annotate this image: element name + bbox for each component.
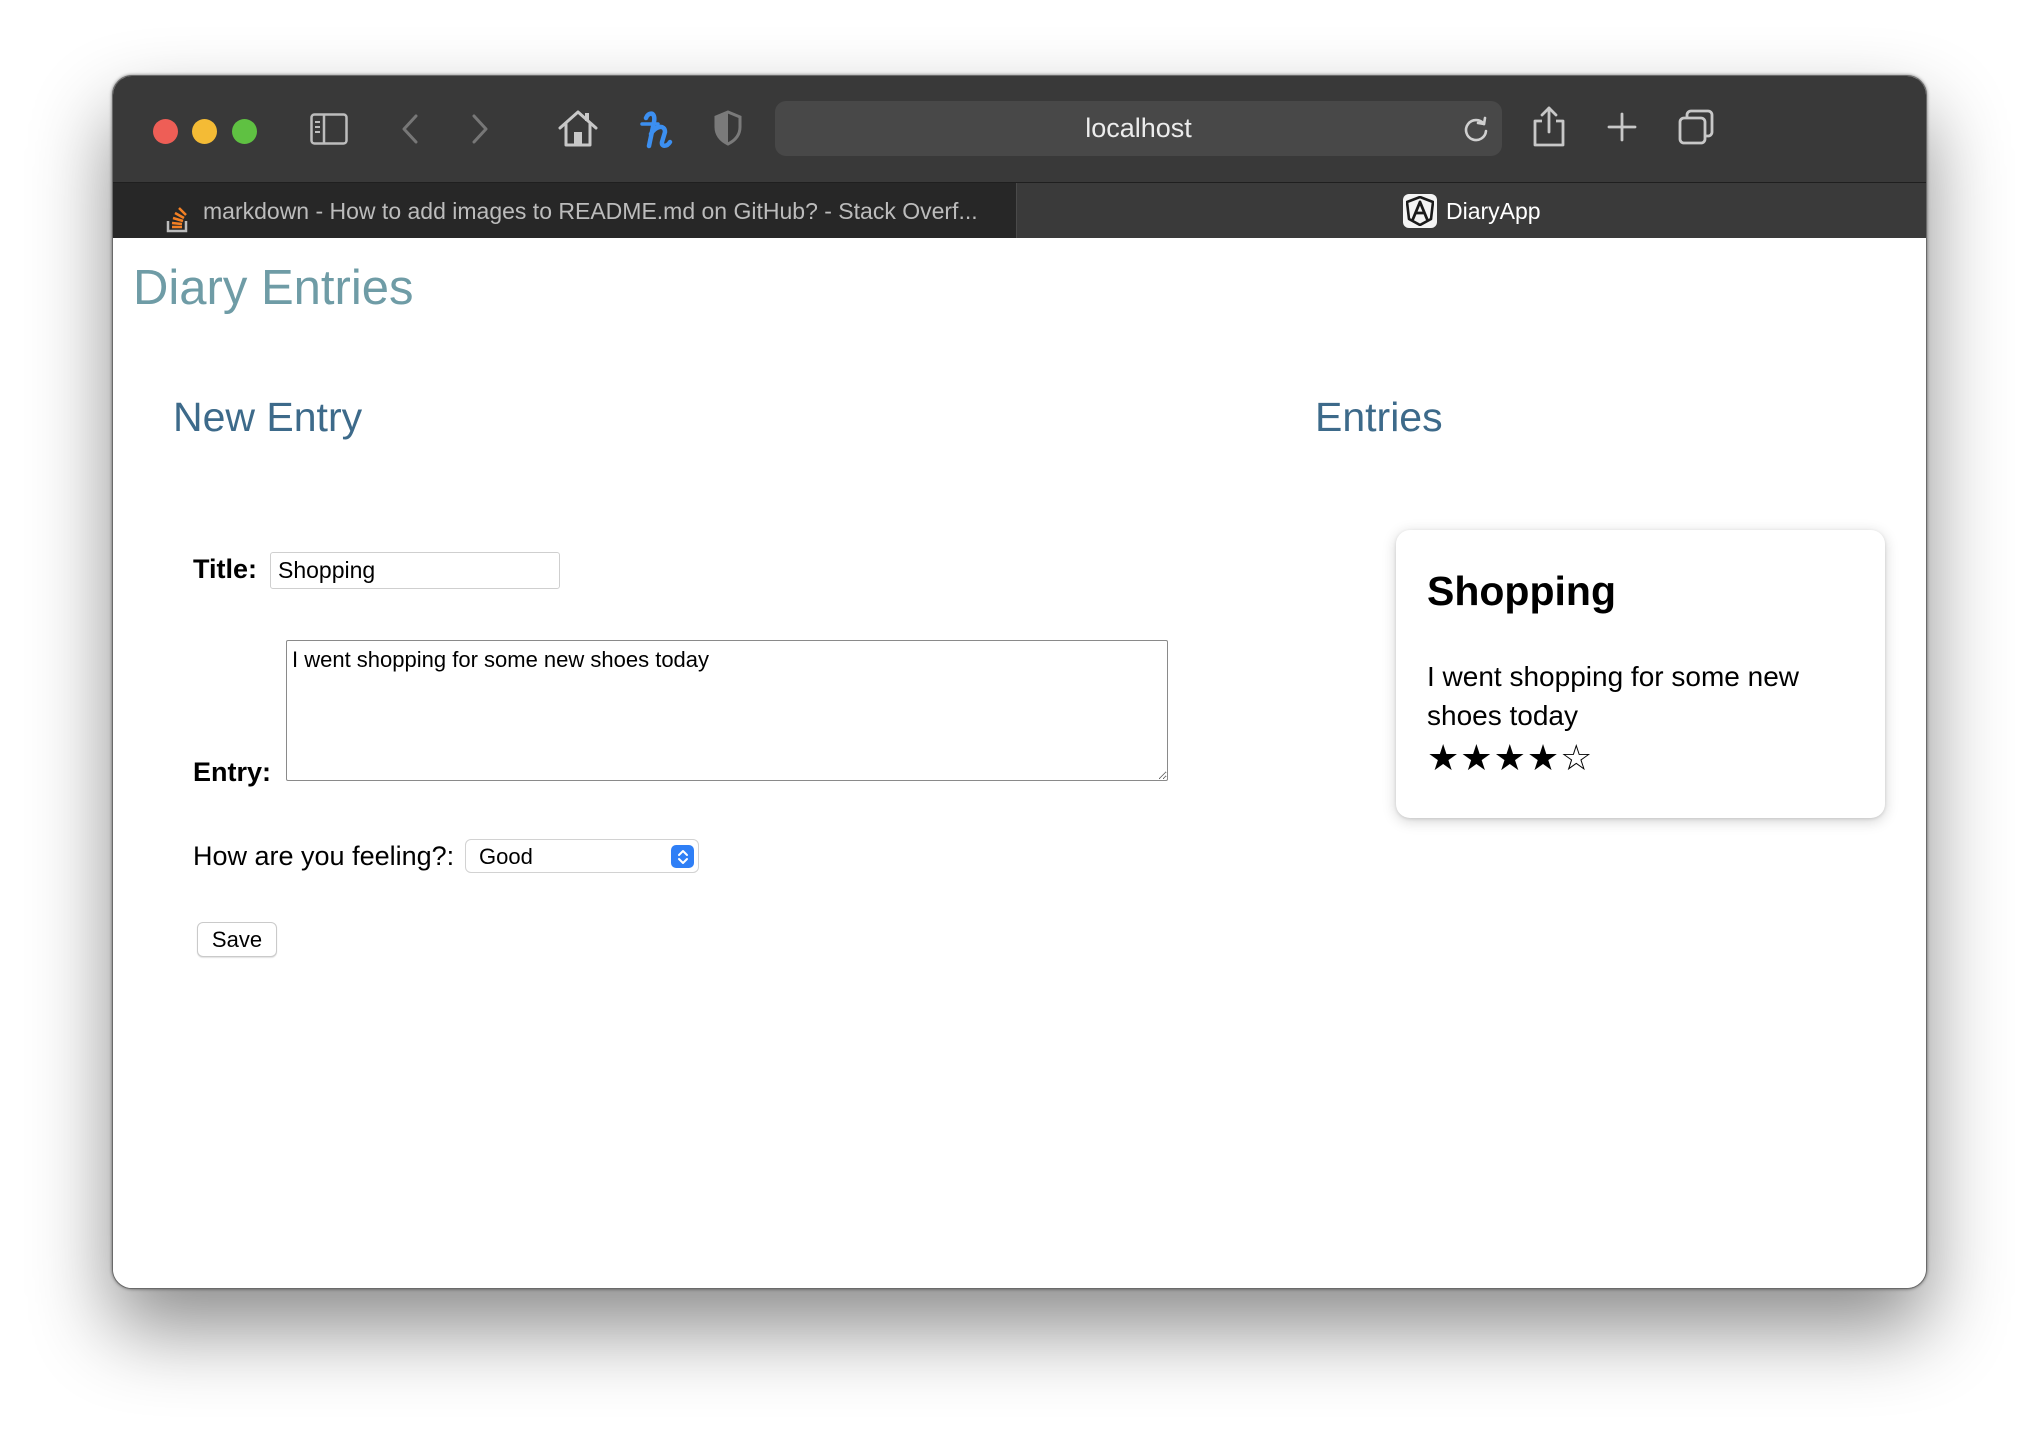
- tab-stackoverflow[interactable]: markdown - How to add images to README.m…: [113, 183, 1017, 239]
- star-filled-icon: ★: [1526, 737, 1561, 778]
- browser-toolbar: localhost: [113, 76, 1926, 182]
- tab-overview-icon[interactable]: [1675, 106, 1717, 148]
- star-filled-icon: ★: [1427, 737, 1461, 778]
- minimize-window-button[interactable]: [192, 119, 217, 144]
- chevron-up-down-icon: [671, 845, 694, 868]
- feeling-select[interactable]: Good: [465, 839, 699, 873]
- back-arrow-icon[interactable]: [395, 110, 425, 148]
- page-title: Diary Entries: [133, 261, 414, 315]
- star-rating: ★★★★☆: [1427, 738, 1593, 778]
- browser-window: localhost markdown - How to add images t…: [112, 75, 1927, 1289]
- new-entry-heading: New Entry: [173, 394, 363, 440]
- tab-diaryapp[interactable]: DiaryApp: [1017, 183, 1926, 239]
- tab-bar: markdown - How to add images to README.m…: [113, 182, 1926, 239]
- tab-label: markdown - How to add images to README.m…: [203, 198, 978, 224]
- star-empty-icon: ☆: [1560, 737, 1594, 778]
- address-bar[interactable]: localhost: [775, 101, 1502, 156]
- entry-card-text: I went shopping for some new shoes today: [1427, 661, 1799, 731]
- title-input[interactable]: [270, 552, 560, 589]
- privacy-shield-icon[interactable]: [711, 108, 745, 148]
- reload-icon[interactable]: [1462, 114, 1490, 149]
- save-button[interactable]: Save: [197, 922, 277, 957]
- entry-textarea[interactable]: I went shopping for some new shoes today: [286, 640, 1168, 781]
- share-icon[interactable]: [1529, 102, 1569, 150]
- tab-label: DiaryApp: [1446, 198, 1541, 224]
- feeling-select-value: Good: [479, 844, 533, 869]
- sidebar-toggle-icon[interactable]: [309, 111, 349, 147]
- close-window-button[interactable]: [153, 119, 178, 144]
- home-icon[interactable]: [556, 106, 600, 150]
- angular-icon: [1403, 194, 1437, 228]
- entry-card-title: Shopping: [1427, 568, 1617, 614]
- entries-heading: Entries: [1315, 394, 1443, 440]
- new-tab-plus-icon[interactable]: [1604, 109, 1640, 145]
- zoom-window-button[interactable]: [232, 119, 257, 144]
- forward-arrow-icon[interactable]: [465, 110, 495, 148]
- star-filled-icon: ★: [1460, 737, 1494, 778]
- url-text: localhost: [1085, 113, 1192, 143]
- entry-card: Shopping I went shopping for some new sh…: [1396, 530, 1885, 818]
- entry-label: Entry:: [193, 757, 272, 787]
- page-content: Diary Entries New Entry Entries Title: E…: [113, 238, 1926, 1288]
- honey-extension-icon[interactable]: [636, 104, 680, 152]
- star-filled-icon: ★: [1493, 737, 1527, 778]
- title-label: Title:: [193, 554, 258, 584]
- feeling-label: How are you feeling?:: [193, 841, 455, 871]
